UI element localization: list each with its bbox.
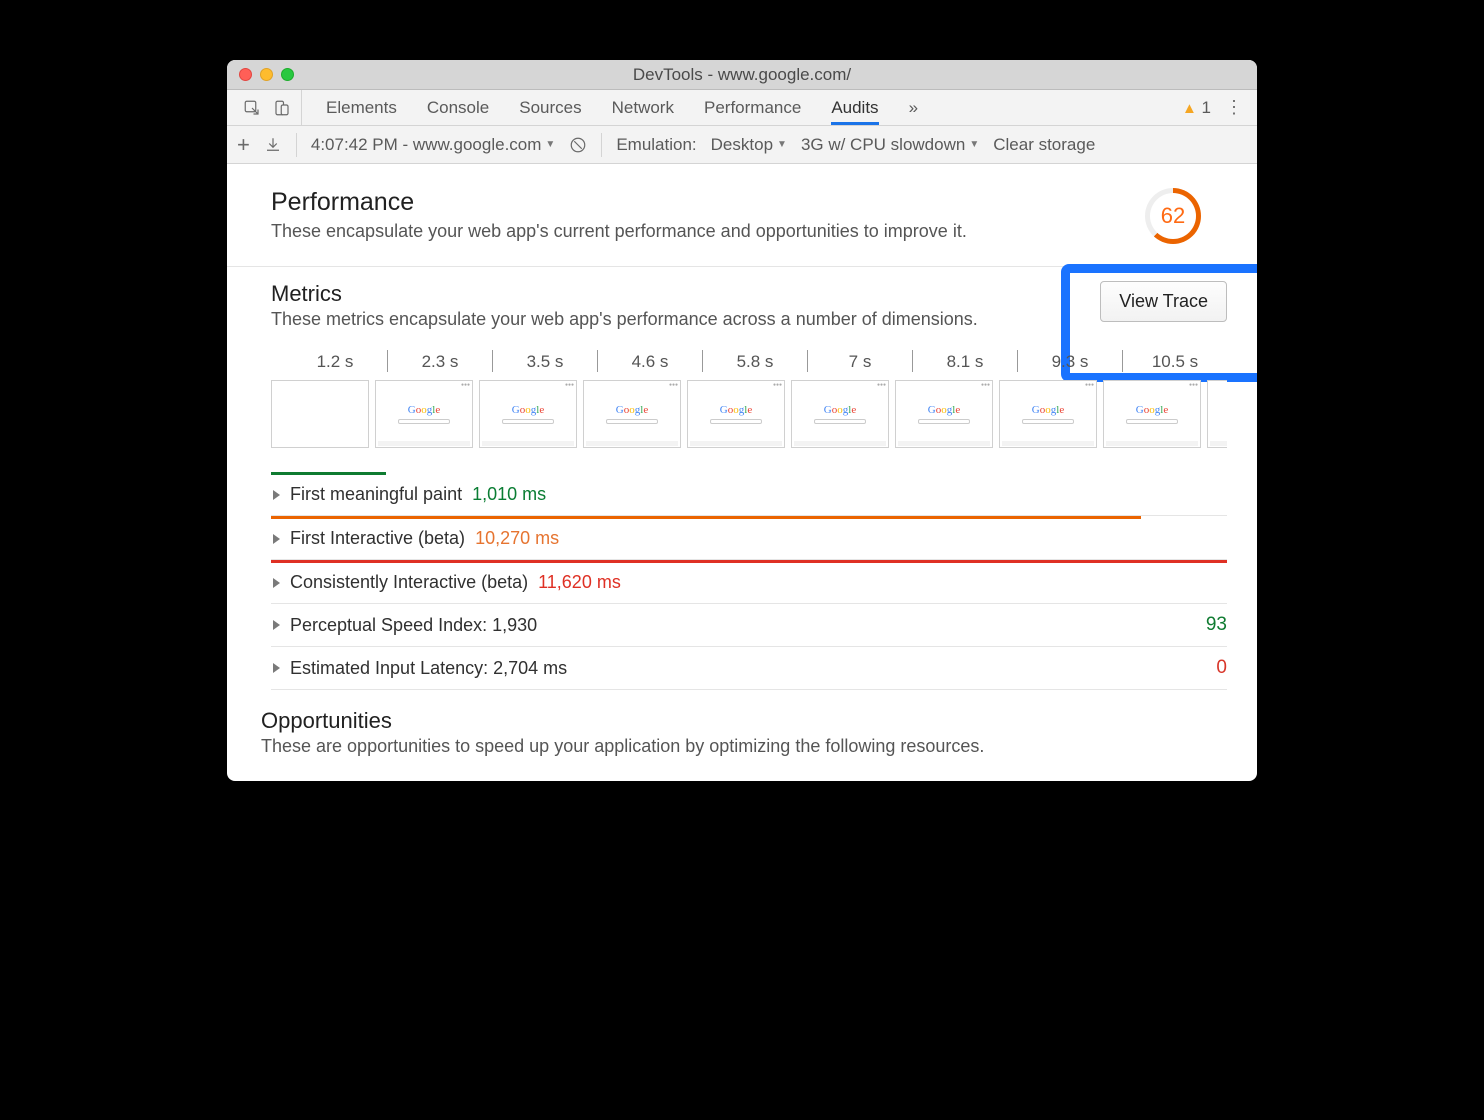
session-select-label: 4:07:42 PM - www.google.com <box>311 135 542 155</box>
filmstrip-thumbnail[interactable]: ●●●Google <box>583 380 681 448</box>
metrics-section-title: Metrics <box>271 281 978 307</box>
emulation-device-select[interactable]: Desktop ▼ <box>711 135 787 155</box>
opportunities-section-title: Opportunities <box>261 708 1227 734</box>
timeline-tick: 2.3 s <box>387 350 492 372</box>
timeline-tick: 10.5 s <box>1122 350 1227 372</box>
metric-value: 1,010 ms <box>472 484 546 505</box>
metric-name: Estimated Input Latency: 2,704 ms <box>290 658 567 679</box>
filmstrip-thumbnail[interactable]: ●●●Google <box>895 380 993 448</box>
filmstrip-thumbnail[interactable]: ●●●Google <box>375 380 473 448</box>
metric-row[interactable]: First Interactive (beta) 10,270 ms <box>271 518 1227 560</box>
filmstrip-thumbnail[interactable]: ●●●Google <box>479 380 577 448</box>
tab-audits[interactable]: Audits <box>831 90 878 125</box>
metric-row[interactable]: Estimated Input Latency: 2,704 ms 0 <box>271 647 1227 690</box>
inspect-element-icon[interactable] <box>243 99 261 117</box>
tab-elements[interactable]: Elements <box>326 90 397 125</box>
expand-icon <box>273 663 280 673</box>
opportunities-section-subtitle: These are opportunities to speed up your… <box>235 736 1227 757</box>
warning-count: 1 <box>1202 98 1211 117</box>
filmstrip-thumbnail[interactable]: ●●●Google <box>791 380 889 448</box>
performance-score-value: 62 <box>1161 203 1185 229</box>
metric-name: Consistently Interactive (beta) <box>290 572 528 593</box>
tab-sources[interactable]: Sources <box>519 90 581 125</box>
audits-toolbar: + 4:07:42 PM - www.google.com ▼ Emulatio… <box>227 126 1257 164</box>
session-select[interactable]: 4:07:42 PM - www.google.com ▼ <box>311 135 555 155</box>
performance-section-subtitle: These encapsulate your web app's current… <box>271 221 967 242</box>
audit-report: Performance These encapsulate your web a… <box>227 164 1257 781</box>
filmstrip-thumbnail[interactable]: ●●●Google <box>1207 380 1227 448</box>
performance-score-gauge: 62 <box>1145 188 1201 244</box>
minimize-window-button[interactable] <box>260 68 273 81</box>
expand-icon <box>273 534 280 544</box>
metric-value: 11,620 ms <box>538 572 621 593</box>
chevron-down-icon: ▼ <box>969 139 979 150</box>
filmstrip-timeline: 1.2 s 2.3 s 3.5 s 4.6 s 5.8 s 7 s 8.1 s … <box>271 350 1227 448</box>
timeline-tick: 3.5 s <box>492 350 597 372</box>
throttle-select[interactable]: 3G w/ CPU slowdown ▼ <box>801 135 979 155</box>
metric-score: 0 <box>1216 657 1227 679</box>
download-icon[interactable] <box>264 136 282 154</box>
clear-storage-option[interactable]: Clear storage <box>993 135 1095 155</box>
metric-name: Perceptual Speed Index: 1,930 <box>290 615 537 636</box>
traffic-lights <box>227 68 294 81</box>
view-trace-button[interactable]: View Trace <box>1100 281 1227 322</box>
metric-row[interactable]: Consistently Interactive (beta) 11,620 m… <box>271 562 1227 604</box>
window-title: DevTools - www.google.com/ <box>227 65 1257 85</box>
timeline-tick: 9.3 s <box>1017 350 1122 372</box>
metric-row[interactable]: First meaningful paint 1,010 ms <box>271 474 1227 516</box>
device-toolbar-icon[interactable] <box>273 99 291 117</box>
tab-network[interactable]: Network <box>612 90 674 125</box>
filmstrip-thumbnail[interactable]: ●●●Google <box>999 380 1097 448</box>
clear-icon[interactable] <box>569 136 587 154</box>
filmstrip-thumbnail[interactable] <box>271 380 369 448</box>
chevron-down-icon: ▼ <box>545 139 555 150</box>
warnings-indicator[interactable]: ▲ 1 <box>1182 98 1211 118</box>
close-window-button[interactable] <box>239 68 252 81</box>
timeline-tick: 8.1 s <box>912 350 1017 372</box>
metrics-list: First meaningful paint 1,010 msFirst Int… <box>271 472 1227 690</box>
timeline-tick: 1.2 s <box>283 350 387 372</box>
timeline-tick: 5.8 s <box>702 350 807 372</box>
tabs-overflow-button[interactable]: » <box>909 90 918 125</box>
chevron-down-icon: ▼ <box>777 139 787 150</box>
performance-section-title: Performance <box>271 188 967 217</box>
expand-icon <box>273 620 280 630</box>
warning-icon: ▲ <box>1182 100 1197 117</box>
new-audit-button[interactable]: + <box>237 132 250 158</box>
timeline-tick: 4.6 s <box>597 350 702 372</box>
tab-console[interactable]: Console <box>427 90 489 125</box>
titlebar: DevTools - www.google.com/ <box>227 60 1257 90</box>
filmstrip-thumbnail[interactable]: ●●●Google <box>687 380 785 448</box>
more-options-icon[interactable]: ⋮ <box>1225 97 1243 118</box>
devtools-window: DevTools - www.google.com/ Elements Cons… <box>227 60 1257 781</box>
filmstrip-thumbnail[interactable]: ●●●Google <box>1103 380 1201 448</box>
metric-value: 10,270 ms <box>475 528 559 549</box>
metrics-section-subtitle: These metrics encapsulate your web app's… <box>271 309 978 330</box>
metric-name: First meaningful paint <box>290 484 462 505</box>
devtools-tabstrip: Elements Console Sources Network Perform… <box>227 90 1257 126</box>
filmstrip-thumbnails: ●●●Google●●●Google●●●Google●●●Google●●●G… <box>271 380 1227 448</box>
zoom-window-button[interactable] <box>281 68 294 81</box>
metric-score: 93 <box>1206 614 1227 636</box>
emulation-label: Emulation: <box>616 135 696 155</box>
tab-performance[interactable]: Performance <box>704 90 801 125</box>
timeline-tick: 7 s <box>807 350 912 372</box>
metric-name: First Interactive (beta) <box>290 528 465 549</box>
expand-icon <box>273 490 280 500</box>
expand-icon <box>273 578 280 588</box>
metric-row[interactable]: Perceptual Speed Index: 1,930 93 <box>271 604 1227 647</box>
